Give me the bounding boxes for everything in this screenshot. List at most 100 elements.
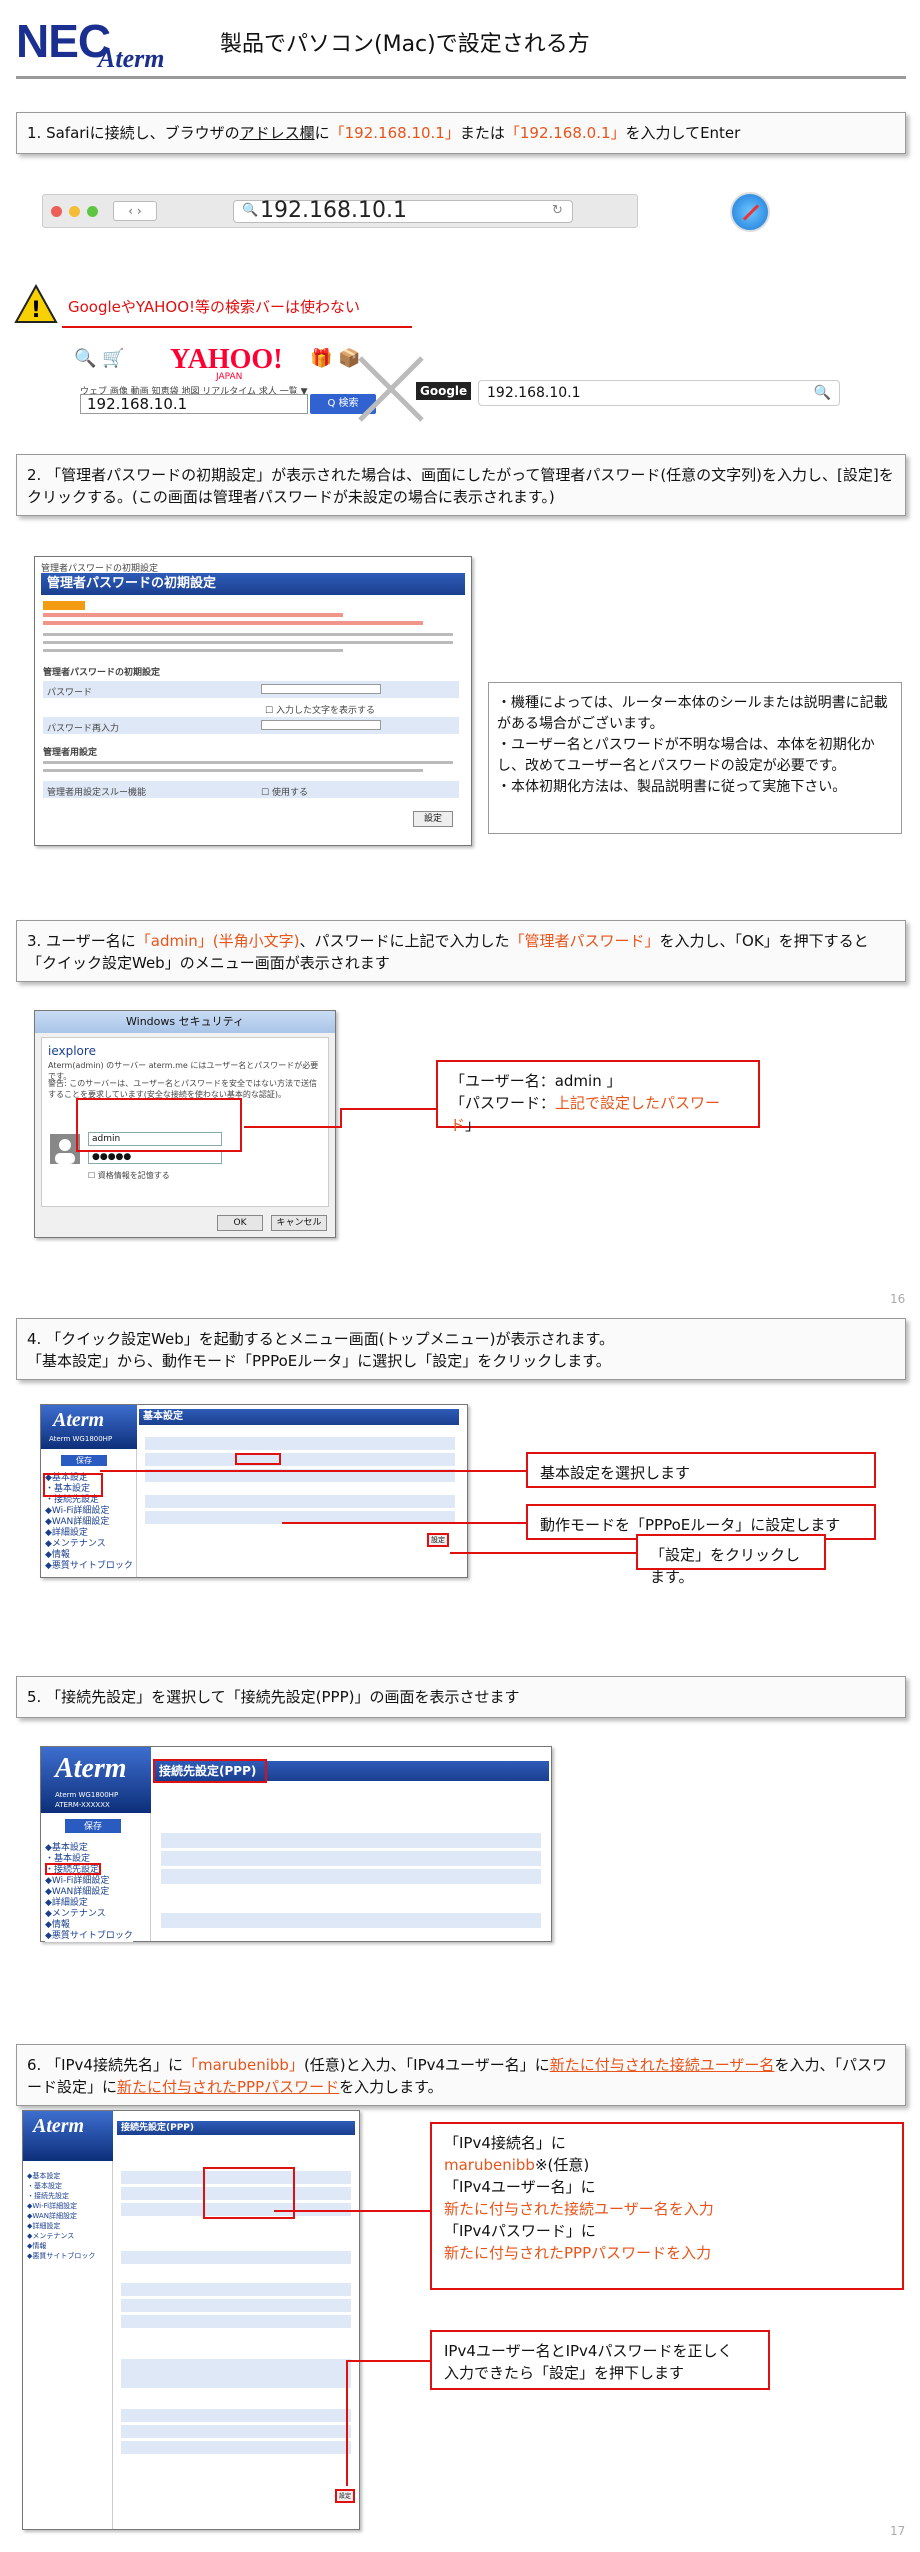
arrow-set-ppp-h	[346, 2360, 430, 2362]
sidebar-menu[interactable]: ◆基本設定 ・基本設定 ・接続先設定 ◆Wi-Fi詳細設定 ◆WAN詳細設定 ◆詳細設定 ◆…	[27, 2171, 96, 2261]
notice-badge	[43, 601, 85, 610]
sidebar-menu[interactable]: ◆基本設定 ・基本設定 ・接続先設定 ◆Wi-Fi詳細設定 ◆WAN詳細設定 ◆詳細設定 ◆…	[45, 1843, 133, 1942]
callout-ppp: 「IPv4接続名」に marubenibb※(任意) 「IPv4ユーザー名」に …	[430, 2122, 904, 2290]
router-ppp-screenshot: Aterm ◆基本設定 ・基本設定 ・接続先設定 ◆Wi-Fi詳細設定 ◆WAN詳細設定…	[22, 2110, 360, 2530]
note-line-2: ・ユーザー名とパスワードが不明な場合は、本体を初期化かし、改めてユーザー名とパス…	[497, 737, 875, 774]
set-button[interactable]: 設定	[335, 2489, 355, 2503]
nec-logo-text: NEC	[16, 15, 111, 67]
page-number-2: 17	[890, 2524, 906, 2538]
safari-toolbar: ‹ › 🔍 192.168.10.1 ↻	[42, 194, 638, 228]
minimize-dot-icon[interactable]	[69, 206, 80, 217]
pwinit-title: 管理者パスワードの初期設定	[41, 573, 465, 595]
ok-button[interactable]: OK	[217, 1215, 263, 1231]
warning-underline	[62, 326, 412, 328]
password-input[interactable]: ●●●●●	[88, 1150, 222, 1164]
basic-title: 基本設定	[139, 1409, 459, 1425]
password-input[interactable]	[261, 684, 381, 694]
form-row-d	[161, 1913, 541, 1929]
arrow-ppp-fields	[274, 2210, 430, 2212]
google-logo: Google	[416, 382, 472, 400]
page-number: 16	[890, 1292, 906, 1306]
highlight-title	[153, 1759, 267, 1783]
highlight-basic	[43, 1473, 103, 1497]
ppp-title: 接続先設定(PPP)	[117, 2121, 355, 2135]
close-dot-icon[interactable]	[51, 206, 62, 217]
section-title-2: 管理者用設定	[43, 748, 98, 758]
highlight-mode	[235, 1453, 281, 1465]
ppp-row-11	[121, 2441, 351, 2455]
address-bar[interactable]: 🔍 192.168.10.1 ↻	[233, 198, 573, 223]
arrow-to-callout	[342, 1108, 438, 1110]
note-line-1: ・機種によっては、ルーター本体のシールまたは説明書に記載がある場合がございます。	[497, 695, 888, 732]
show-password-checkbox[interactable]: ☐ 入力した文字を表示する	[265, 703, 375, 716]
callout-set-line-2: 入力できたら「設定」を押下します	[444, 2364, 685, 2382]
yahoo-icons: 🔍 🛒	[74, 348, 125, 369]
form-row-c	[161, 1869, 541, 1885]
dialog-app: iexplore	[48, 1044, 96, 1058]
router-logo-area: Aterm Aterm WG1800HP	[41, 1405, 137, 1449]
password-row: パスワード	[43, 681, 459, 699]
router-sidebar: Aterm Aterm WG1800HP 保存 ◆基本設定 ・基本設定 ・接続先設定…	[41, 1405, 137, 1577]
yahoo-icons-right: 🎁 📦	[310, 348, 361, 369]
highlight-credentials	[76, 1098, 242, 1152]
google-search-value: 192.168.10.1	[487, 385, 581, 401]
arrow-line-v	[340, 1108, 342, 1128]
callout-ppp-line-5: 「IPv4パスワード」に	[444, 2222, 596, 2240]
form-row-1	[145, 1437, 455, 1451]
router-model-2: ATERM-XXXXXX	[55, 1801, 110, 1809]
aterm-logo: Aterm	[98, 44, 165, 73]
set-button[interactable]: 設定	[427, 1533, 449, 1547]
ppp-row-6	[121, 2299, 351, 2313]
use-checkbox[interactable]: ☐ 使用する	[261, 785, 308, 798]
nec-logo: NEC	[16, 14, 111, 68]
set-button[interactable]: 設定	[413, 811, 453, 827]
ppp-row-4	[121, 2251, 351, 2265]
yahoo-search-input[interactable]: 192.168.10.1	[80, 394, 308, 414]
ppp-row-9	[121, 2409, 351, 2423]
ppp-row-5	[121, 2283, 351, 2297]
svg-text:!: !	[31, 298, 41, 323]
callout-ppp-line-1: 「IPv4接続名」に	[444, 2134, 566, 2152]
highlight-connection	[45, 1863, 101, 1875]
remember-checkbox[interactable]: ☐ 資格情報を記憶する	[88, 1170, 170, 1181]
aterm-logo: Aterm	[53, 1409, 105, 1431]
arrow-line	[244, 1126, 342, 1128]
arrow-set	[450, 1552, 640, 1554]
ppp-row-8	[121, 2359, 351, 2389]
step-6: 6. 「IPv4接続先名」に「marubenibb」(任意)と入力、「IPv4ユ…	[16, 2044, 906, 2106]
step-1: 1. Safariに接続し、ブラウザのアドレス欄に「192.168.10.1」ま…	[16, 112, 906, 154]
arrow-mode	[282, 1522, 526, 1524]
step-3: 3. ユーザー名に「admin」(半角小文字)、パスワードに上記で入力した「管理…	[16, 920, 906, 982]
callout-ppp-line-3: 「IPv4ユーザー名」に	[444, 2178, 596, 2196]
callout-set-ppp: IPv4ユーザー名とIPv4パスワードを正しく 入力できたら「設定」を押下します	[430, 2330, 770, 2390]
password-init-screenshot: 管理者パスワードの初期設定 管理者パスワードの初期設定 管理者パスワードの初期設…	[34, 556, 472, 846]
form-row-b	[161, 1851, 541, 1867]
router-model: Aterm WG1800HP	[55, 1791, 119, 1799]
cancel-button[interactable]: キャンセル	[271, 1215, 327, 1231]
zoom-dot-icon[interactable]	[87, 206, 98, 217]
save-button[interactable]: 保存	[65, 1819, 121, 1833]
form-row-2	[145, 1453, 455, 1467]
note-box: ・機種によっては、ルーター本体のシールまたは説明書に記載がある場合がございます。…	[488, 682, 902, 834]
router-sidebar-5: Aterm Aterm WG1800HP ATERM-XXXXXX 保存 ◆基本…	[41, 1747, 151, 1942]
callout-password: 「パスワード：上記で設定したパスワード」	[450, 1094, 721, 1134]
callout-user: 「ユーザー名：admin 」	[450, 1072, 622, 1090]
ppp-row-7	[121, 2315, 351, 2329]
form-row-a	[161, 1833, 541, 1849]
router-logo-area-5: Aterm Aterm WG1800HP ATERM-XXXXXX	[41, 1747, 151, 1813]
note-line-3: ・本体初期化方法は、製品説明書に従って実施下さい。	[497, 779, 847, 795]
warning-text: GoogleやYAHOO!等の検索バーは使わない	[68, 298, 361, 316]
google-search-input[interactable]: 192.168.10.1 🔍	[478, 380, 840, 406]
save-button[interactable]: 保存	[61, 1455, 107, 1466]
arrow-basic	[100, 1470, 526, 1472]
password-confirm-input[interactable]	[261, 720, 381, 730]
ppp-row-10	[121, 2425, 351, 2439]
callout-set-line-1: IPv4ユーザー名とIPv4パスワードを正しく	[444, 2342, 733, 2360]
form-row-4	[145, 1495, 455, 1509]
address-value: 192.168.10.1	[260, 198, 407, 223]
reload-icon[interactable]: ↻	[552, 203, 563, 218]
callout-ppp-line-4: 新たに付与された接続ユーザー名を入力	[444, 2200, 714, 2218]
router-connection-screenshot: Aterm Aterm WG1800HP ATERM-XXXXXX 保存 ◆基本…	[40, 1746, 552, 1942]
yahoo-logo-sub: JAPAN	[216, 372, 243, 382]
back-forward-buttons[interactable]: ‹ ›	[113, 201, 157, 221]
